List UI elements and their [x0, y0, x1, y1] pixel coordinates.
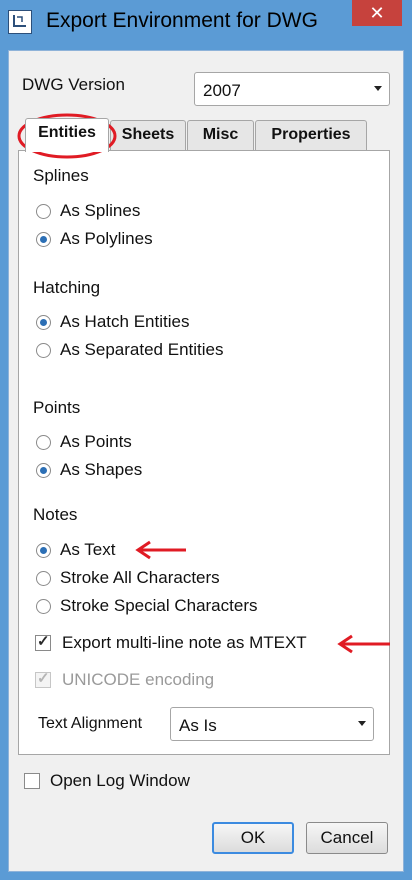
as-hatch-entities-label[interactable]: As Hatch Entities [60, 312, 189, 332]
checkbox-export-mtext[interactable] [35, 632, 51, 651]
as-shapes-label[interactable]: As Shapes [60, 460, 142, 480]
radio-as-separated-entities[interactable] [36, 343, 51, 358]
radio-as-text[interactable] [36, 543, 51, 558]
radio-as-polylines[interactable] [36, 232, 51, 247]
notes-heading: Notes [33, 505, 78, 524]
as-text-label[interactable]: As Text [60, 540, 115, 560]
stroke-special-characters-label[interactable]: Stroke Special Characters [60, 596, 257, 616]
stroke-all-characters-label[interactable]: Stroke All Characters [60, 568, 220, 588]
as-points-label[interactable]: As Points [60, 432, 132, 452]
radio-stroke-all-characters[interactable] [36, 571, 51, 586]
radio-as-shapes[interactable] [36, 463, 51, 478]
tab-misc[interactable]: Misc [187, 120, 254, 150]
tab-sheets[interactable]: Sheets [110, 120, 186, 150]
unicode-encoding-label: UNICODE encoding [62, 670, 215, 689]
as-splines-label[interactable]: As Splines [60, 201, 140, 221]
app-icon [8, 10, 32, 34]
export-mtext-label[interactable]: Export multi-line note as MTEXT [62, 633, 307, 653]
radio-as-points[interactable] [36, 435, 51, 450]
open-log-window-label[interactable]: Open Log Window [50, 771, 190, 791]
checkbox-unicode-encoding [35, 669, 51, 688]
as-polylines-label[interactable]: As Polylines [60, 229, 153, 249]
chevron-down-icon [358, 721, 366, 726]
chevron-down-icon [374, 86, 382, 91]
text-alignment-value: As Is [179, 716, 217, 735]
checkbox-open-log-window[interactable] [24, 773, 40, 789]
as-separated-entities-label[interactable]: As Separated Entities [60, 340, 223, 360]
hatching-heading: Hatching [33, 278, 101, 297]
radio-as-splines[interactable] [36, 204, 51, 219]
text-alignment-label: Text Alignment [38, 715, 143, 732]
window-title: Export Environment for DWG [46, 9, 318, 32]
tab-properties[interactable]: Properties [255, 120, 367, 150]
points-heading: Points [33, 398, 81, 417]
text-alignment-select[interactable]: As Is [170, 707, 374, 741]
radio-stroke-special-characters[interactable] [36, 599, 51, 614]
dwg-version-label: DWG Version [22, 75, 125, 94]
dwg-version-select[interactable]: 2007 [194, 72, 390, 106]
splines-heading: Splines [33, 166, 89, 185]
radio-as-hatch-entities[interactable] [36, 315, 51, 330]
dwg-version-value: 2007 [203, 81, 241, 100]
close-button[interactable]: ✕ [352, 0, 402, 26]
ok-button[interactable]: OK [212, 822, 294, 854]
cancel-button[interactable]: Cancel [306, 822, 388, 854]
tab-entities[interactable]: Entities [25, 118, 109, 152]
title-bar[interactable]: Export Environment for DWG ✕ [0, 0, 412, 48]
